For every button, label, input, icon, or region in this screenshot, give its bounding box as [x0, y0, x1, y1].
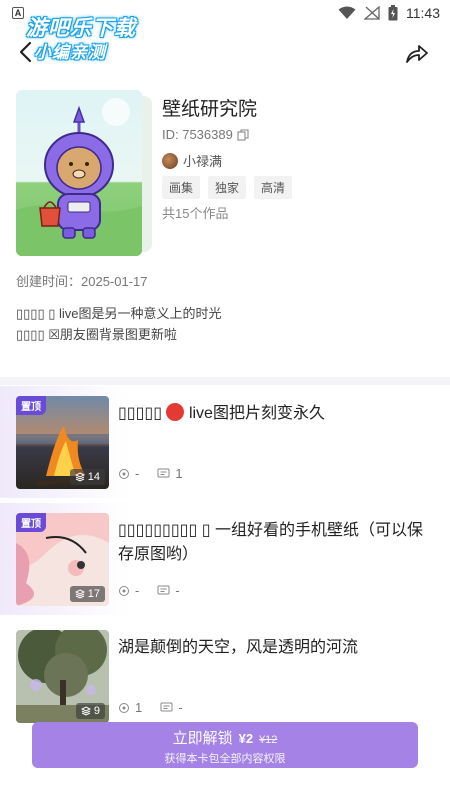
- like-icon: [119, 702, 129, 713]
- comment-count: -: [178, 700, 183, 715]
- comment-count: -: [175, 583, 180, 598]
- section-divider: [0, 377, 450, 385]
- no-signal-icon: [364, 6, 380, 20]
- author-link[interactable]: 小禄满: [162, 151, 222, 170]
- comment-icon: [160, 702, 173, 711]
- watermark-line2: 小编亲测: [34, 43, 106, 63]
- status-time: 11:43: [406, 5, 440, 21]
- layers-icon: [80, 706, 91, 716]
- collection-title: 壁纸研究院: [162, 99, 258, 120]
- like-count: -: [135, 466, 140, 481]
- cover-illustration: [16, 98, 142, 256]
- layers-icon: [74, 472, 85, 482]
- unlock-main: 立即解锁 ¥2 ¥12: [32, 727, 418, 748]
- image-count: 9: [93, 705, 100, 717]
- tag-item[interactable]: 独家: [208, 176, 247, 199]
- pinned-badge: 置顶: [16, 396, 46, 415]
- comment-icon: [157, 468, 170, 477]
- item-title: 湖是颠倒的天空，风是透明的河流: [118, 639, 359, 656]
- like-count: -: [135, 583, 140, 598]
- share-icon: [406, 45, 428, 63]
- share-button[interactable]: [404, 40, 430, 66]
- back-icon: [19, 41, 32, 63]
- comment-count: 1: [175, 466, 183, 481]
- image-count-badge: 17: [69, 586, 105, 602]
- item-title: ▯▯▯▯▯▯▯▯▯ ▯ 一组好看的手机壁纸（可以保存原图哟）: [118, 522, 423, 563]
- collection-id[interactable]: ID: 7536389: [162, 127, 249, 142]
- wifi-icon: [338, 6, 356, 20]
- item-title-text: live图把片刻变永久: [188, 405, 325, 422]
- works-count: 共15个作品: [162, 206, 229, 221]
- collection-cover[interactable]: [16, 90, 142, 256]
- image-count-badge: 9: [75, 703, 105, 719]
- status-left: A: [12, 7, 24, 19]
- like-icon: [119, 585, 129, 596]
- item-thumbnail: 置顶 17: [16, 513, 109, 606]
- pinned-badge: 置顶: [16, 513, 46, 532]
- item-meta: - 1: [118, 466, 183, 481]
- status-right: 11:43: [338, 5, 440, 21]
- collection-description: ▯▯▯▯ ▯ live图是另一种意义上的时光 ▯▯▯▯ ☒朋友圈背景图更新啦: [16, 303, 222, 345]
- created-date: 创建时间：2025-01-17: [16, 274, 148, 289]
- author-avatar: [162, 152, 178, 169]
- layers-icon: [74, 589, 85, 599]
- like-icon: [119, 468, 129, 479]
- item-title: ▯▯▯▯▯ live图把片刻变永久: [118, 402, 434, 426]
- description-line: ▯▯▯▯ ☒朋友圈背景图更新啦: [16, 327, 177, 342]
- image-count-badge: 14: [69, 469, 105, 485]
- image-count: 14: [87, 471, 100, 483]
- image-count: 17: [87, 588, 100, 600]
- item-thumbnail: 置顶 14: [16, 396, 109, 489]
- back-button[interactable]: [12, 38, 38, 66]
- unlock-button[interactable]: 立即解锁 ¥2 ¥12 获得本卡包全部内容权限: [32, 722, 418, 768]
- comment-stat[interactable]: -: [157, 583, 180, 598]
- battery-icon: [388, 5, 398, 21]
- tag-item[interactable]: 画集: [162, 176, 201, 199]
- collection-id-text: ID: 7536389: [162, 127, 233, 142]
- author-name: 小禄满: [183, 154, 223, 169]
- item-thumbnail: 9: [16, 630, 109, 723]
- notification-a-icon: A: [12, 7, 24, 19]
- item-meta: - -: [118, 583, 180, 598]
- item-title-prefix: ▯▯▯▯▯: [118, 405, 163, 422]
- copy-icon[interactable]: [237, 128, 249, 141]
- item-meta: 1 -: [118, 700, 183, 715]
- comment-stat[interactable]: -: [160, 700, 183, 715]
- unlock-price: ¥2: [238, 731, 254, 746]
- unlock-old-price: ¥12: [259, 734, 278, 746]
- tag-item[interactable]: 高清: [254, 176, 293, 199]
- like-stat[interactable]: 1: [118, 700, 142, 715]
- like-stat[interactable]: -: [118, 466, 139, 481]
- tag-list: 画集 独家 高清: [162, 176, 293, 199]
- unlock-label: 立即解锁: [172, 730, 233, 747]
- status-bar: A 11:43: [0, 0, 450, 26]
- red-circle-icon: [166, 403, 185, 421]
- comment-stat[interactable]: 1: [157, 466, 183, 481]
- unlock-subtitle: 获得本卡包全部内容权限: [164, 753, 286, 765]
- description-line: ▯▯▯▯ ▯ live图是另一种意义上的时光: [16, 306, 222, 321]
- like-stat[interactable]: -: [118, 583, 139, 598]
- like-count: 1: [135, 700, 143, 715]
- comment-icon: [157, 585, 170, 594]
